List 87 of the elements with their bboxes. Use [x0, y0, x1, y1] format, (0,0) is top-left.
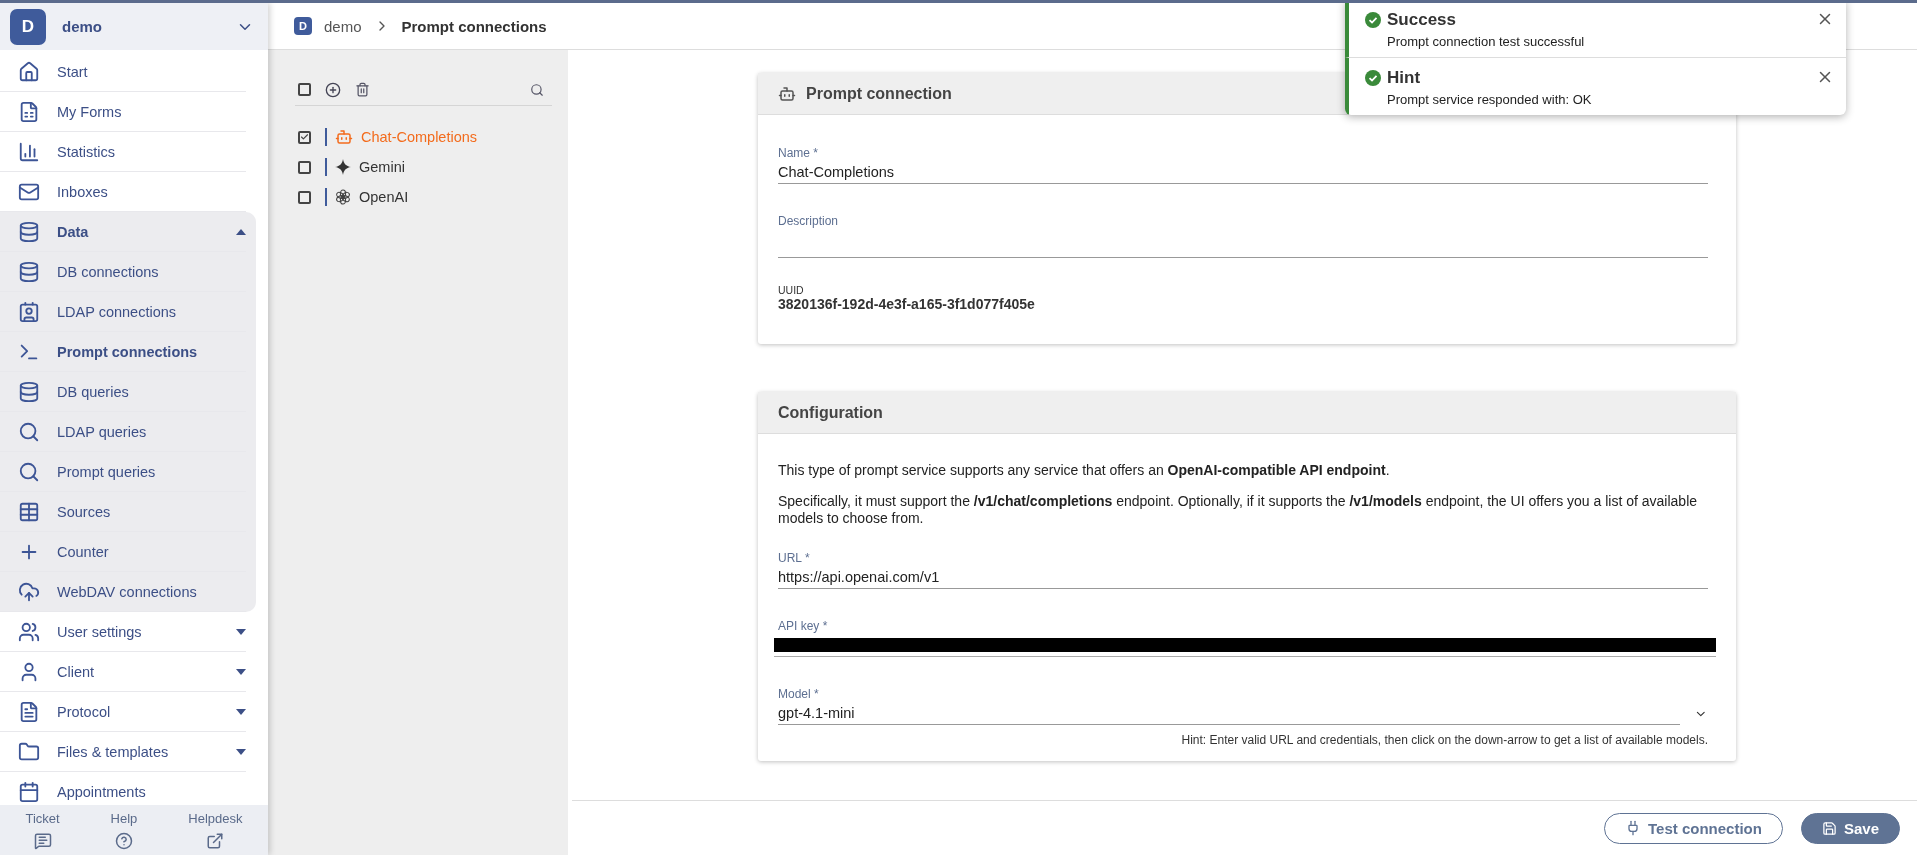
nav-item[interactable]: Statistics — [0, 132, 246, 172]
bar-chart-icon — [18, 140, 40, 163]
nav-group[interactable]: Client — [0, 652, 246, 692]
field-label: Model * — [778, 687, 820, 701]
check-circle-icon — [1365, 70, 1381, 86]
test-connection-button[interactable]: Test connection — [1604, 812, 1783, 844]
sparkle-icon — [335, 159, 351, 175]
nav-item[interactable]: Counter — [0, 532, 246, 572]
nav-item[interactable]: Prompt connections — [0, 332, 246, 372]
caret-down-icon — [236, 748, 246, 755]
description-text: This type of prompt service supports any service that offers an OpenAI-compatible API endpoint. — [778, 462, 1391, 479]
nav-item[interactable]: DB connections — [0, 252, 246, 292]
search-icon[interactable] — [530, 82, 544, 97]
nav-item[interactable]: Start — [0, 52, 246, 92]
uuid-value: 3820136f-192d-4e3f-a165-3f1d077f405e — [778, 296, 1036, 312]
toast-message: Prompt connection test successful — [1387, 34, 1586, 49]
nav-item[interactable]: Prompt queries — [0, 452, 246, 492]
save-button[interactable]: Save — [1800, 812, 1900, 844]
contact-card-icon — [18, 300, 40, 323]
caret-up-icon — [236, 228, 246, 235]
add-icon[interactable] — [325, 81, 341, 98]
message-icon — [33, 831, 52, 850]
toast-title: Success — [1387, 10, 1456, 30]
caret-down-icon — [236, 668, 246, 675]
save-icon — [1821, 820, 1837, 836]
users-icon — [18, 620, 40, 643]
hint-text: Hint: Enter valid URL and credentials, then click on the down-arrow to get a list of available models. — [1180, 733, 1708, 747]
nav-item[interactable]: My Forms — [0, 92, 246, 132]
table-icon — [18, 500, 40, 523]
checkbox[interactable] — [298, 160, 311, 174]
database-icon — [18, 260, 40, 283]
cloud-upload-icon — [18, 580, 40, 603]
checkbox[interactable] — [298, 130, 311, 144]
workspace-avatar: D — [294, 17, 312, 35]
home-icon — [18, 60, 40, 83]
footer-link[interactable]: Helpdesk — [188, 810, 243, 850]
field-label: Description — [778, 214, 840, 228]
form-icon — [18, 100, 40, 123]
field-label: URL * — [778, 551, 811, 565]
search-icon — [18, 460, 40, 483]
name-field[interactable]: Chat-Completions — [778, 162, 1708, 184]
nav-item[interactable]: LDAP queries — [0, 412, 246, 452]
api-key-field[interactable] — [774, 635, 1716, 657]
footer-link[interactable]: Ticket — [25, 810, 60, 850]
nav-item[interactable]: Sources — [0, 492, 246, 532]
check-circle-icon — [1365, 12, 1381, 28]
checkbox[interactable] — [298, 83, 311, 96]
external-link-icon — [206, 831, 225, 850]
nav-item[interactable]: WebDAV connections — [0, 572, 246, 612]
checkbox[interactable] — [298, 190, 311, 204]
caret-down-icon — [236, 708, 246, 715]
document-icon — [18, 700, 40, 723]
footer-link[interactable]: Help — [110, 810, 138, 850]
folder-icon — [18, 740, 40, 763]
list-item[interactable]: OpenAI — [295, 182, 552, 212]
breadcrumb-item[interactable]: demo — [324, 17, 362, 35]
robot-icon — [335, 128, 353, 146]
model-select[interactable]: gpt-4.1-mini — [778, 703, 1681, 725]
nav-group[interactable]: Files & templates — [0, 732, 246, 772]
robot-icon — [778, 84, 796, 103]
nav-item[interactable]: LDAP connections — [0, 292, 246, 332]
check-icon — [300, 132, 309, 142]
field-label: Name * — [778, 146, 819, 160]
nav-item[interactable]: DB queries — [0, 372, 246, 412]
nav-group[interactable]: Data — [0, 212, 246, 252]
card-title: Configuration — [778, 403, 883, 422]
database-icon — [18, 220, 40, 243]
nav-group[interactable]: Protocol — [0, 692, 246, 732]
help-icon — [115, 831, 133, 850]
list-item[interactable]: Gemini — [295, 152, 552, 182]
search-icon — [18, 420, 40, 443]
database-icon — [18, 380, 40, 403]
description-text: Specifically, it must support the /v1/chat/completions endpoint. Optionally, if it supports the /v1/models endpoint, the UI offers you a list of available models to choose from. — [778, 493, 1699, 527]
toast-title: Hint — [1387, 68, 1421, 88]
toast-message: Prompt service responded with: OK — [1387, 92, 1593, 107]
uuid-label: UUID — [778, 284, 805, 296]
caret-down-icon — [236, 628, 246, 635]
field-label: API key * — [778, 619, 829, 633]
trash-icon[interactable] — [355, 82, 370, 97]
card-title: Prompt connection — [806, 84, 952, 103]
nav-group[interactable]: User settings — [0, 612, 246, 652]
calendar-icon — [18, 780, 40, 803]
knot-icon — [335, 189, 351, 205]
breadcrumb-item: Prompt connections — [401, 17, 547, 35]
workspace-name[interactable]: demo — [62, 18, 220, 35]
workspace-avatar: D — [10, 8, 46, 45]
url-field[interactable]: https://api.openai.com/v1 — [778, 567, 1708, 589]
